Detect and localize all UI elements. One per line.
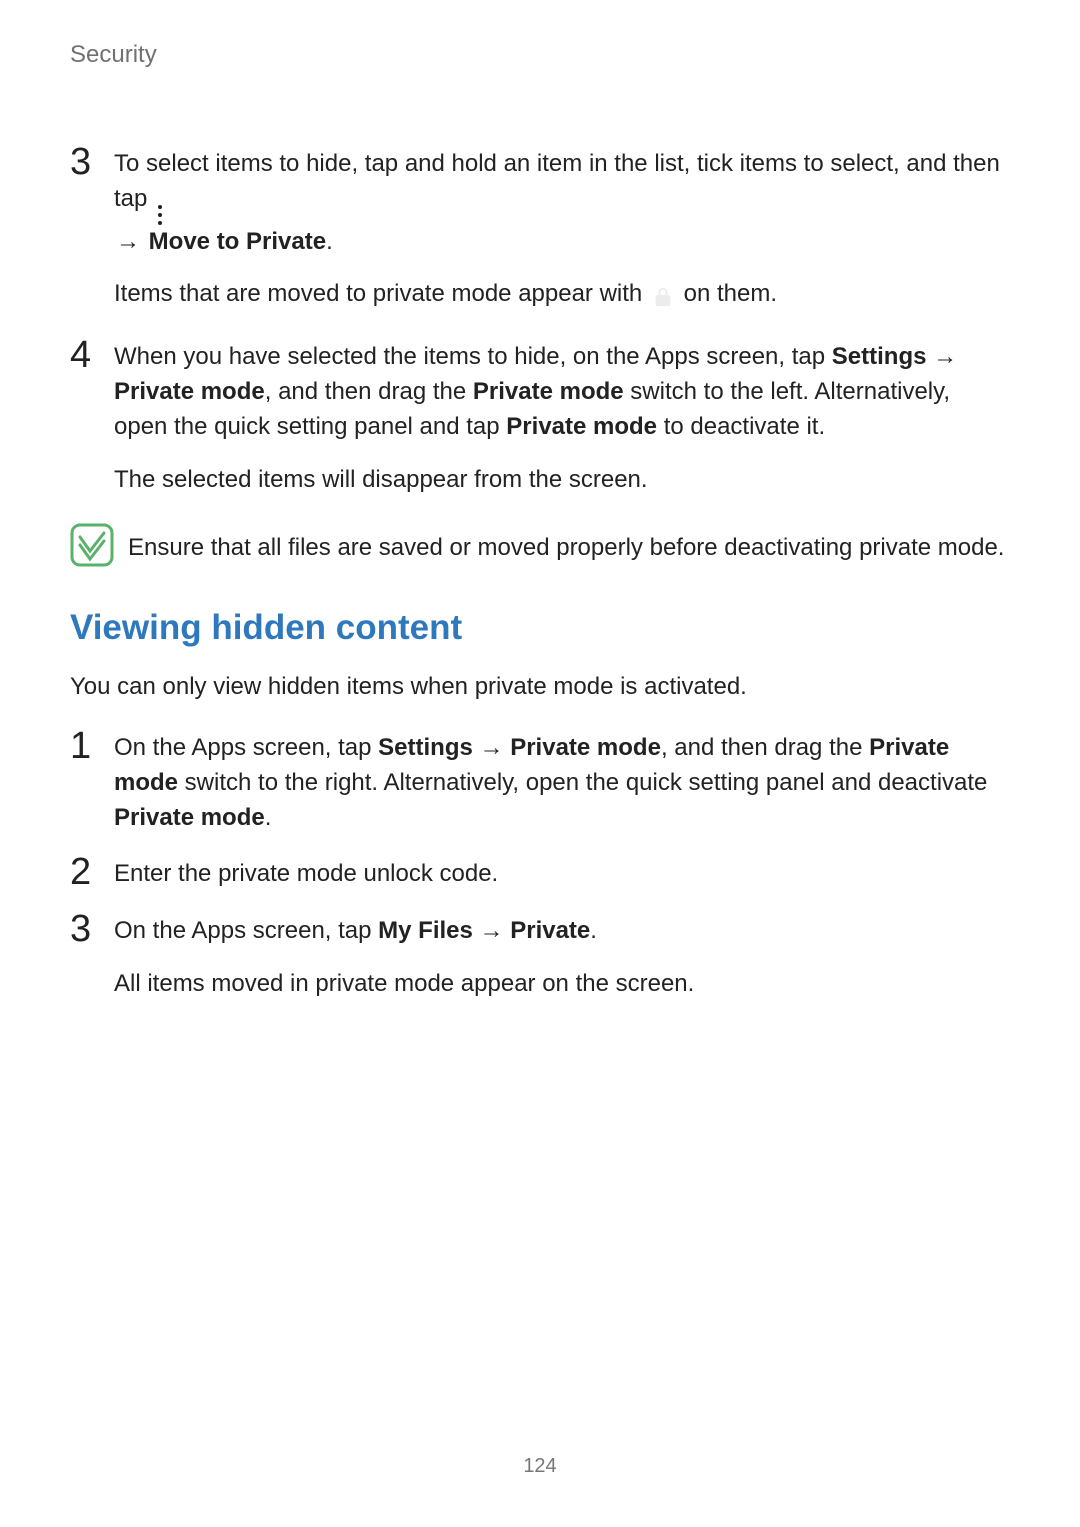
step-3: 3 To select items to hide, tap and hold … xyxy=(70,143,1010,260)
section-heading: Viewing hidden content xyxy=(70,603,1010,654)
step-4-sub: The selected items will disappear from t… xyxy=(114,463,1010,498)
bold-text: Private mode xyxy=(510,734,661,761)
bold-text: My Files xyxy=(378,917,473,944)
bold-text: Private mode xyxy=(473,378,624,405)
bold-text: Private mode xyxy=(114,378,265,405)
bold-text: Settings xyxy=(378,734,473,761)
text: To select items to hide, tap and hold an… xyxy=(114,150,1000,212)
text: Items that are moved to private mode app… xyxy=(114,280,642,307)
text: On the Apps screen, tap xyxy=(114,734,378,761)
arrow-icon: → xyxy=(473,917,510,944)
text: on them. xyxy=(684,280,777,307)
text: When you have selected the items to hide… xyxy=(114,343,832,370)
section-intro: You can only view hidden items when priv… xyxy=(70,670,1010,705)
text: On the Apps screen, tap xyxy=(114,917,378,944)
bold-text: Settings xyxy=(832,343,927,370)
page-number: 124 xyxy=(0,1452,1080,1481)
view-step-1: 1 On the Apps screen, tap Settings → Pri… xyxy=(70,727,1010,835)
more-icon xyxy=(154,205,162,225)
text: . xyxy=(265,804,272,831)
bold-text: Private mode xyxy=(114,804,265,831)
arrow-icon: → xyxy=(473,734,510,761)
step-number: 1 xyxy=(70,727,114,835)
step-body: On the Apps screen, tap My Files → Priva… xyxy=(114,910,1010,949)
step-body: When you have selected the items to hide… xyxy=(114,336,1010,444)
text: to deactivate it. xyxy=(657,413,825,440)
lock-icon xyxy=(652,284,674,306)
text: . xyxy=(590,917,597,944)
page-content: Security 3 To select items to hide, tap … xyxy=(0,0,1080,1002)
page-header: Security xyxy=(70,38,1010,73)
bold-text: Move to Private xyxy=(149,228,326,255)
arrow-icon: → xyxy=(114,225,142,260)
view-step-2: 2 Enter the private mode unlock code. xyxy=(70,853,1010,892)
text: switch to the right. Alternatively, open… xyxy=(178,769,987,796)
step-number: 3 xyxy=(70,143,114,260)
step-body: To select items to hide, tap and hold an… xyxy=(114,143,1010,260)
view-step-3: 3 On the Apps screen, tap My Files → Pri… xyxy=(70,910,1010,949)
step-3-sub: Items that are moved to private mode app… xyxy=(114,277,1010,312)
note-icon xyxy=(70,523,114,567)
text: , and then drag the xyxy=(265,378,473,405)
bold-text: Private mode xyxy=(506,413,657,440)
step-number: 2 xyxy=(70,853,114,892)
step-number: 4 xyxy=(70,336,114,444)
step-4: 4 When you have selected the items to hi… xyxy=(70,336,1010,444)
bold-text: Private xyxy=(510,917,590,944)
step-body: On the Apps screen, tap Settings → Priva… xyxy=(114,727,1010,835)
text: , and then drag the xyxy=(661,734,869,761)
arrow-icon: → xyxy=(926,343,957,370)
step-number: 3 xyxy=(70,910,114,949)
step-body: Enter the private mode unlock code. xyxy=(114,853,1010,892)
note-text: Ensure that all files are saved or moved… xyxy=(128,523,1010,566)
text: . xyxy=(326,228,333,255)
note: Ensure that all files are saved or moved… xyxy=(70,523,1010,567)
view-step-3-sub: All items moved in private mode appear o… xyxy=(114,967,1010,1002)
